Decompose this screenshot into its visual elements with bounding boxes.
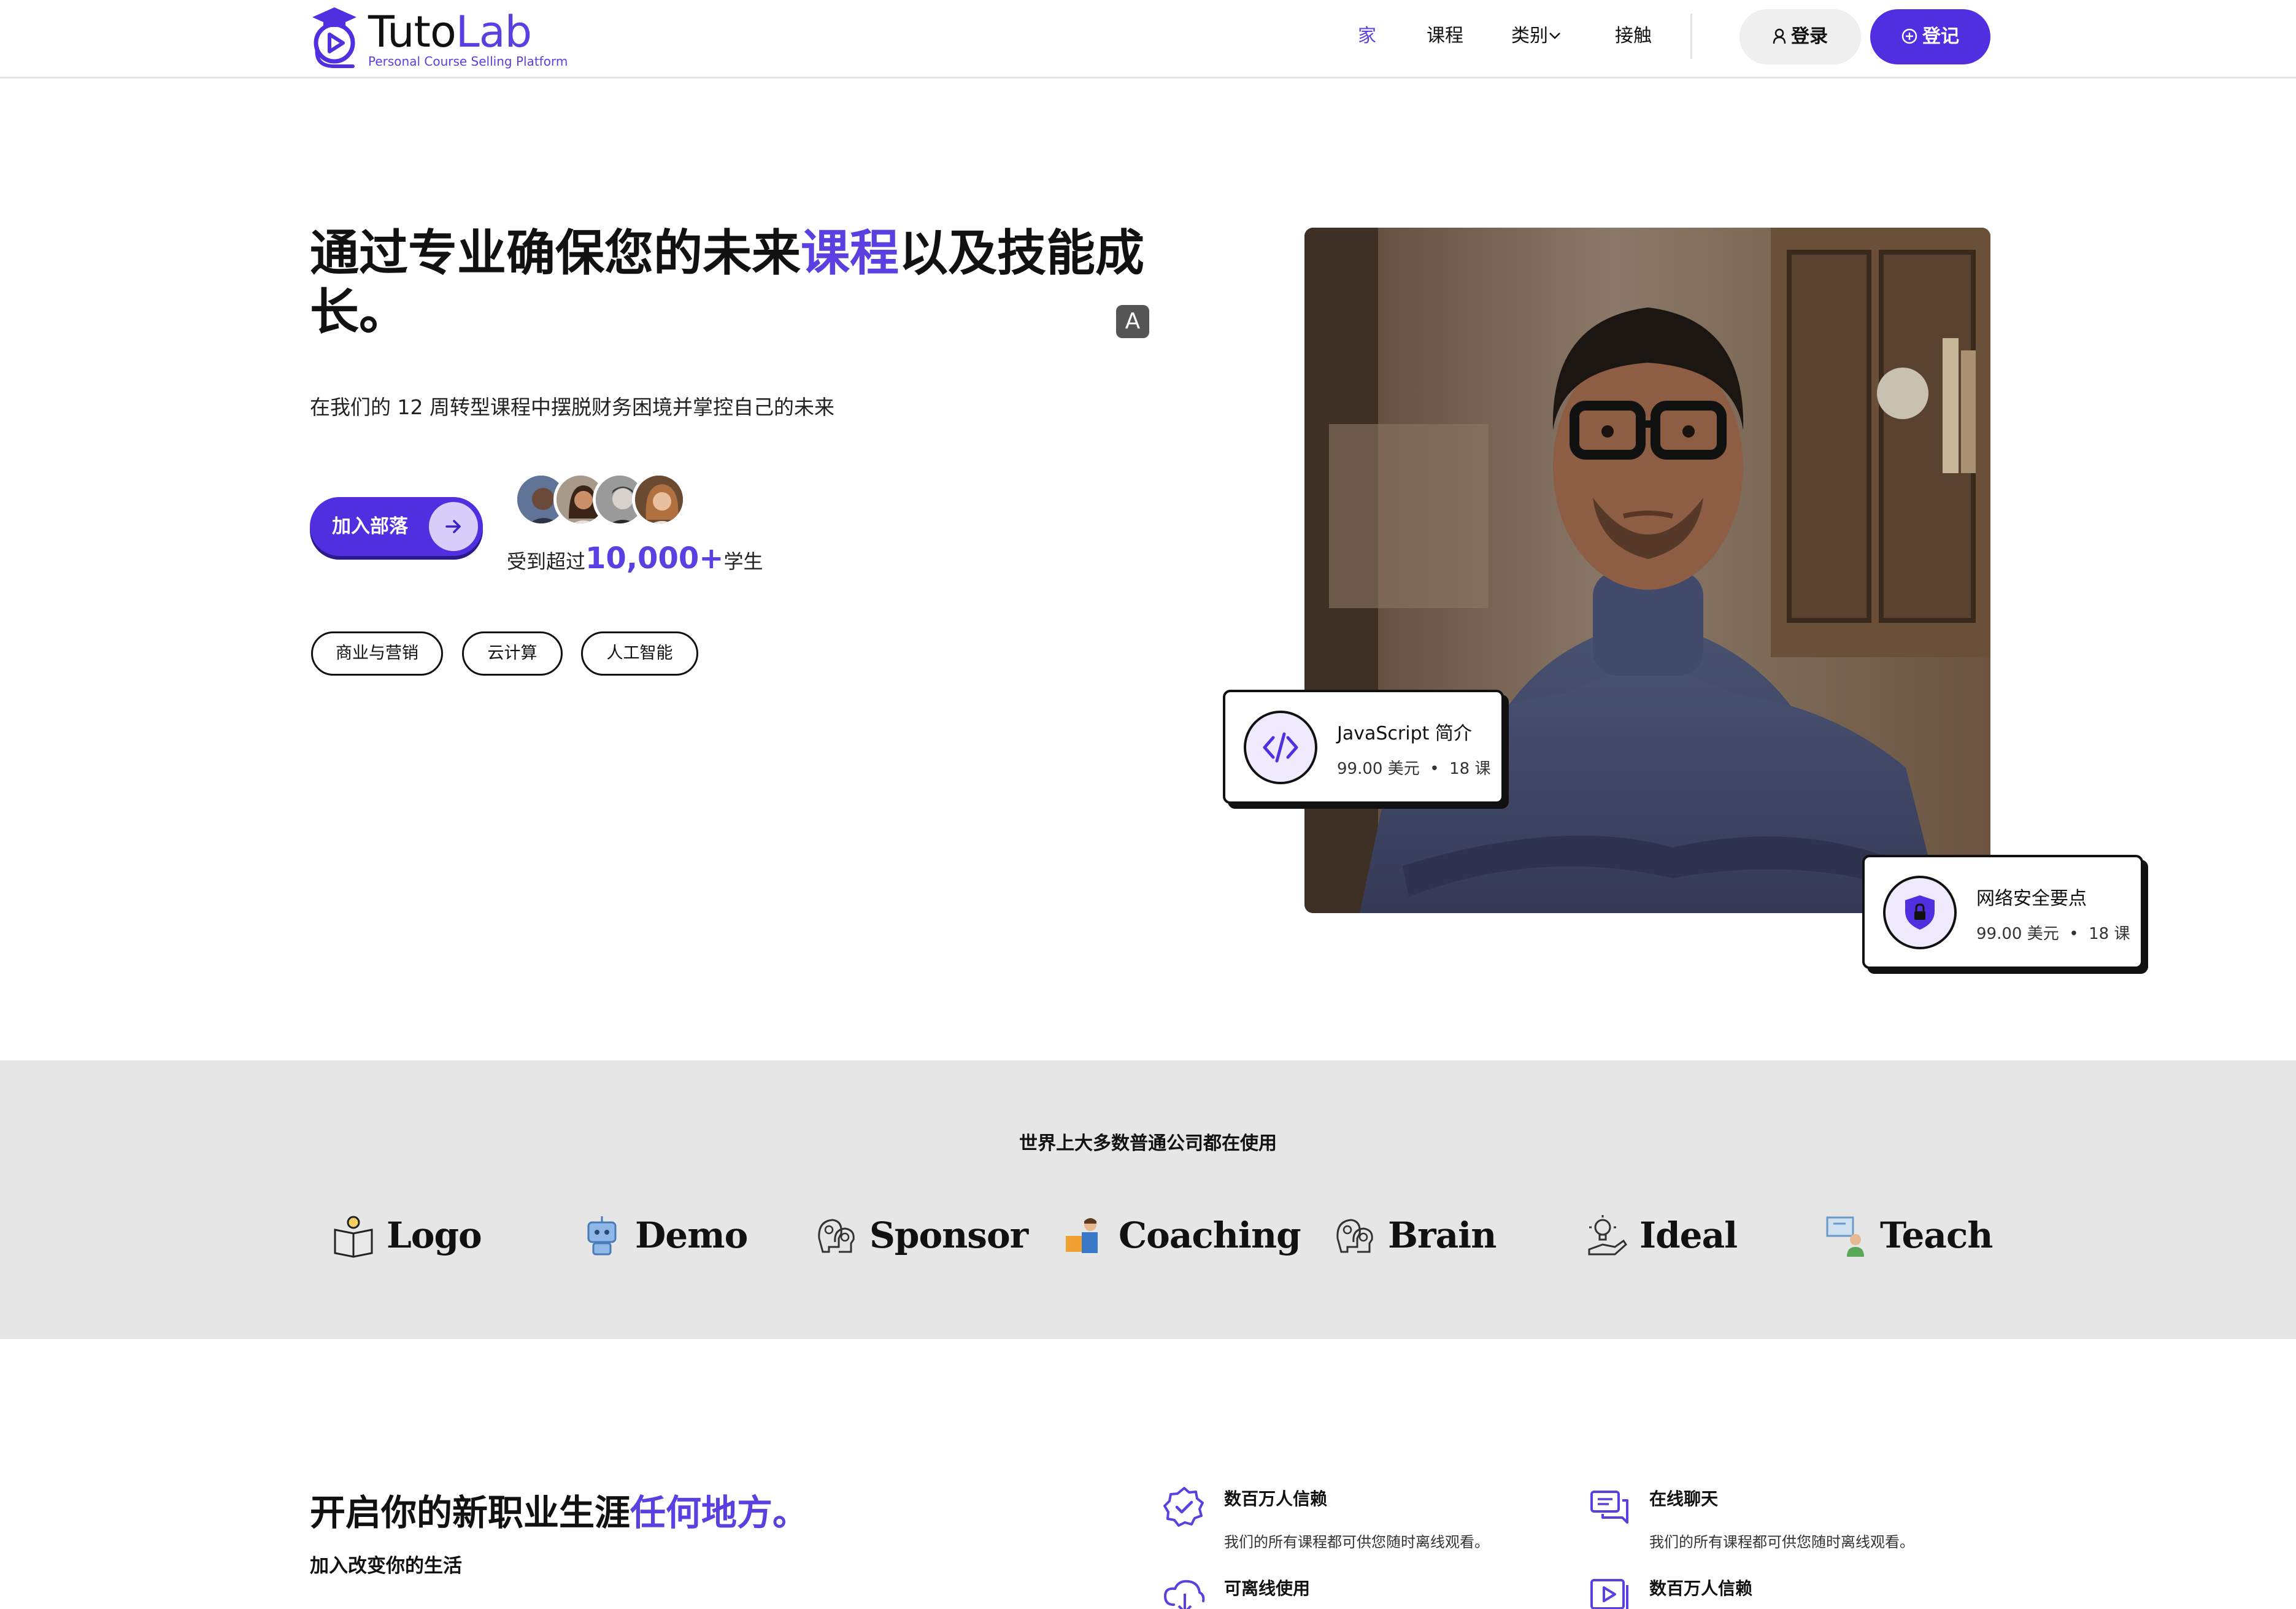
feature-trusted: 数百万人信赖 我们的所有课程都可供您随时离线观看。 bbox=[1163, 1486, 1555, 1553]
career-subtitle: 加入改变你的生活 bbox=[310, 1555, 462, 1577]
course-card-cybersecurity[interactable]: 网络安全要点 99.00 美元 • 18 课 bbox=[1862, 855, 2143, 969]
brand-tagline: Personal Course Selling Platform bbox=[368, 54, 568, 69]
site-header: TutoLab Personal Course Selling Platform… bbox=[0, 0, 2296, 79]
nav-item-categories[interactable]: 类别 bbox=[1511, 22, 1562, 50]
student-count: 10,000+ bbox=[585, 541, 724, 576]
student-avatars bbox=[514, 473, 692, 527]
partner-name: Logo bbox=[387, 1214, 482, 1256]
partner-name: Coaching bbox=[1119, 1214, 1301, 1256]
brand-logo[interactable]: TutoLab Personal Course Selling Platform bbox=[310, 5, 568, 70]
feature-offline: 可离线使用 bbox=[1163, 1575, 1555, 1609]
feature-title: 数百万人信赖 bbox=[1224, 1489, 1328, 1509]
plus-circle-icon bbox=[1901, 28, 1917, 44]
feature-live-chat: 在线聊天 我们的所有课程都可供您随时离线观看。 bbox=[1588, 1486, 1981, 1553]
nav-item-contact[interactable]: 接触 bbox=[1615, 22, 1652, 50]
coach-icon bbox=[1066, 1218, 1098, 1253]
partners-title: 世界上大多数普通公司都在使用 bbox=[1019, 1133, 1277, 1154]
arrow-right-icon bbox=[429, 502, 478, 551]
brain-heads-icon bbox=[818, 1219, 855, 1253]
feature-text: 我们的所有课程都可供您随时离线观看。 bbox=[1649, 1534, 1914, 1551]
login-button-label: 登录 bbox=[1791, 26, 1828, 47]
nav-item-courses[interactable]: 课程 bbox=[1427, 22, 1463, 50]
feature-trusted-video: 数百万人信赖 bbox=[1588, 1575, 1981, 1609]
partners-band: 世界上大多数普通公司都在使用 Logo Demo Sponsor Coachin… bbox=[0, 1060, 2296, 1339]
brand-name: TutoLab bbox=[368, 7, 532, 57]
login-button[interactable]: 登录 bbox=[1739, 9, 1861, 64]
avatar bbox=[632, 473, 686, 527]
chevron-down-icon bbox=[1549, 33, 1560, 39]
user-icon bbox=[1773, 28, 1786, 44]
hero-title: 通过专业确保您的未来课程以及技能成长。 bbox=[310, 225, 1144, 341]
shield-lock-icon bbox=[1883, 876, 1957, 949]
trust-statement: 受到超过10,000+学生 bbox=[507, 541, 763, 576]
bulb-hand-icon bbox=[1588, 1215, 1627, 1256]
register-button-label: 登记 bbox=[1922, 26, 1959, 47]
partner-name: Demo bbox=[635, 1214, 748, 1256]
course-card-javascript[interactable]: JavaScript 简介 99.00 美元 • 18 课 bbox=[1223, 690, 1504, 804]
register-button[interactable]: 登记 bbox=[1870, 9, 1990, 64]
verified-badge-icon bbox=[1163, 1487, 1204, 1527]
nav-item-home[interactable]: 家 bbox=[1358, 22, 1376, 50]
teacher-board-icon bbox=[1826, 1216, 1864, 1257]
graduation-play-icon bbox=[312, 7, 356, 68]
book-bulb-icon bbox=[334, 1216, 373, 1258]
category-chip-business[interactable]: 商业与营销 bbox=[311, 631, 443, 676]
category-chip-cloud[interactable]: 云计算 bbox=[462, 631, 563, 676]
robot-icon bbox=[587, 1216, 617, 1256]
feature-text: 我们的所有课程都可供您随时离线观看。 bbox=[1224, 1534, 1489, 1551]
code-icon bbox=[1244, 711, 1317, 784]
nav-item-categories-label: 类别 bbox=[1511, 25, 1548, 47]
chat-bubbles-icon bbox=[1590, 1491, 1628, 1524]
cloud-download-icon bbox=[1163, 1580, 1205, 1609]
course-title: JavaScript 简介 bbox=[1337, 723, 1472, 744]
partner-name: Ideal bbox=[1639, 1214, 1738, 1256]
course-title: 网络安全要点 bbox=[1976, 888, 2087, 909]
hero-subtitle: 在我们的 12 周转型课程中摆脱财务困境并掌控自己的未来 bbox=[310, 395, 834, 419]
join-tribe-button[interactable]: 加入部落 bbox=[310, 497, 483, 556]
partner-name: Brain bbox=[1388, 1214, 1497, 1256]
partner-name: Sponsor bbox=[869, 1214, 1028, 1256]
instructor-photo bbox=[1304, 228, 1990, 913]
category-chip-ai[interactable]: 人工智能 bbox=[581, 631, 698, 676]
feature-title: 在线聊天 bbox=[1649, 1489, 1719, 1509]
play-box-icon bbox=[1590, 1579, 1628, 1609]
partner-name: Teach bbox=[1880, 1214, 1993, 1256]
course-meta: 99.00 美元 • 18 课 bbox=[1976, 925, 2130, 943]
nav-divider bbox=[1690, 14, 1692, 59]
feature-title: 数百万人信赖 bbox=[1649, 1578, 1753, 1599]
career-title: 开启你的新职业生涯任何地方。 bbox=[310, 1492, 809, 1534]
feature-title: 可离线使用 bbox=[1224, 1578, 1311, 1599]
brain-heads-icon bbox=[1336, 1219, 1373, 1253]
course-meta: 99.00 美元 • 18 课 bbox=[1337, 760, 1491, 778]
join-tribe-label: 加入部落 bbox=[332, 515, 408, 538]
translate-badge-icon[interactable]: A bbox=[1116, 305, 1149, 338]
